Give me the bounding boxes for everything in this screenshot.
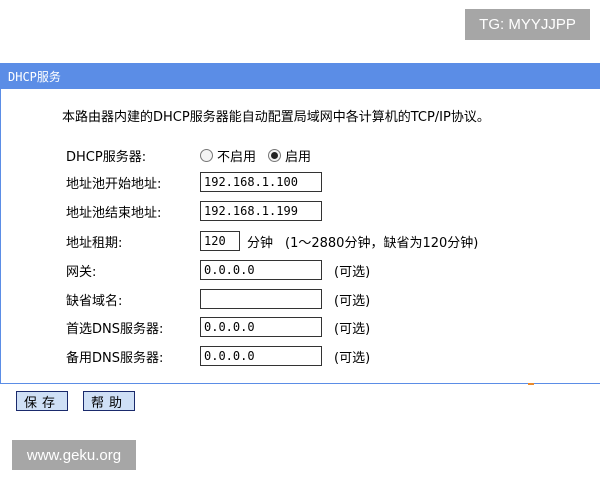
gateway-note: (可选) — [334, 264, 371, 280]
gateway-label: 网关: — [66, 264, 97, 280]
gateway-input[interactable]: 0.0.0.0 — [200, 260, 322, 280]
dns-secondary-input[interactable]: 0.0.0.0 — [200, 346, 322, 366]
pool-start-label: 地址池开始地址: — [66, 176, 162, 192]
dns-primary-label: 首选DNS服务器: — [66, 321, 164, 337]
lease-input[interactable]: 120 — [200, 231, 240, 251]
pool-end-input[interactable]: 192.168.1.199 — [200, 201, 322, 221]
dns-secondary-note: (可选) — [334, 350, 371, 366]
domain-input[interactable] — [200, 289, 322, 309]
radio-disable-label[interactable]: 不启用 — [217, 146, 256, 165]
dhcp-server-radio-group: 不启用 启用 — [200, 146, 323, 165]
domain-note: (可选) — [334, 293, 371, 309]
pool-end-label: 地址池结束地址: — [66, 205, 162, 221]
panel-description: 本路由器内建的DHCP服务器能自动配置局域网中各计算机的TCP/IP协议。 — [62, 110, 490, 125]
watermark-bottom: www.geku.org — [12, 440, 136, 470]
help-button[interactable]: 帮助 — [83, 391, 135, 411]
domain-label: 缺省域名: — [66, 293, 123, 309]
panel-title: DHCP服务 — [0, 63, 600, 89]
lease-label: 地址租期: — [66, 235, 123, 251]
radio-disable[interactable] — [200, 148, 213, 162]
watermark-top: TG: MYYJJPP — [465, 9, 590, 40]
lease-unit: 分钟 — [247, 235, 274, 251]
save-button[interactable]: 保存 — [16, 391, 68, 411]
dns-secondary-label: 备用DNS服务器: — [66, 350, 164, 366]
panel-left-border — [0, 89, 1, 383]
dhcp-panel: DHCP服务 本路由器内建的DHCP服务器能自动配置局域网中各计算机的TCP/I… — [0, 63, 600, 416]
radio-enable-label[interactable]: 启用 — [285, 146, 311, 165]
divider-accent — [528, 383, 534, 385]
pool-start-input[interactable]: 192.168.1.100 — [200, 172, 322, 192]
lease-note: (1～2880分钟，缺省为120分钟) — [285, 235, 479, 251]
dns-primary-input[interactable]: 0.0.0.0 — [200, 317, 322, 337]
dns-primary-note: (可选) — [334, 321, 371, 337]
radio-enable[interactable] — [268, 148, 282, 162]
dhcp-server-label: DHCP服务器: — [66, 149, 147, 165]
